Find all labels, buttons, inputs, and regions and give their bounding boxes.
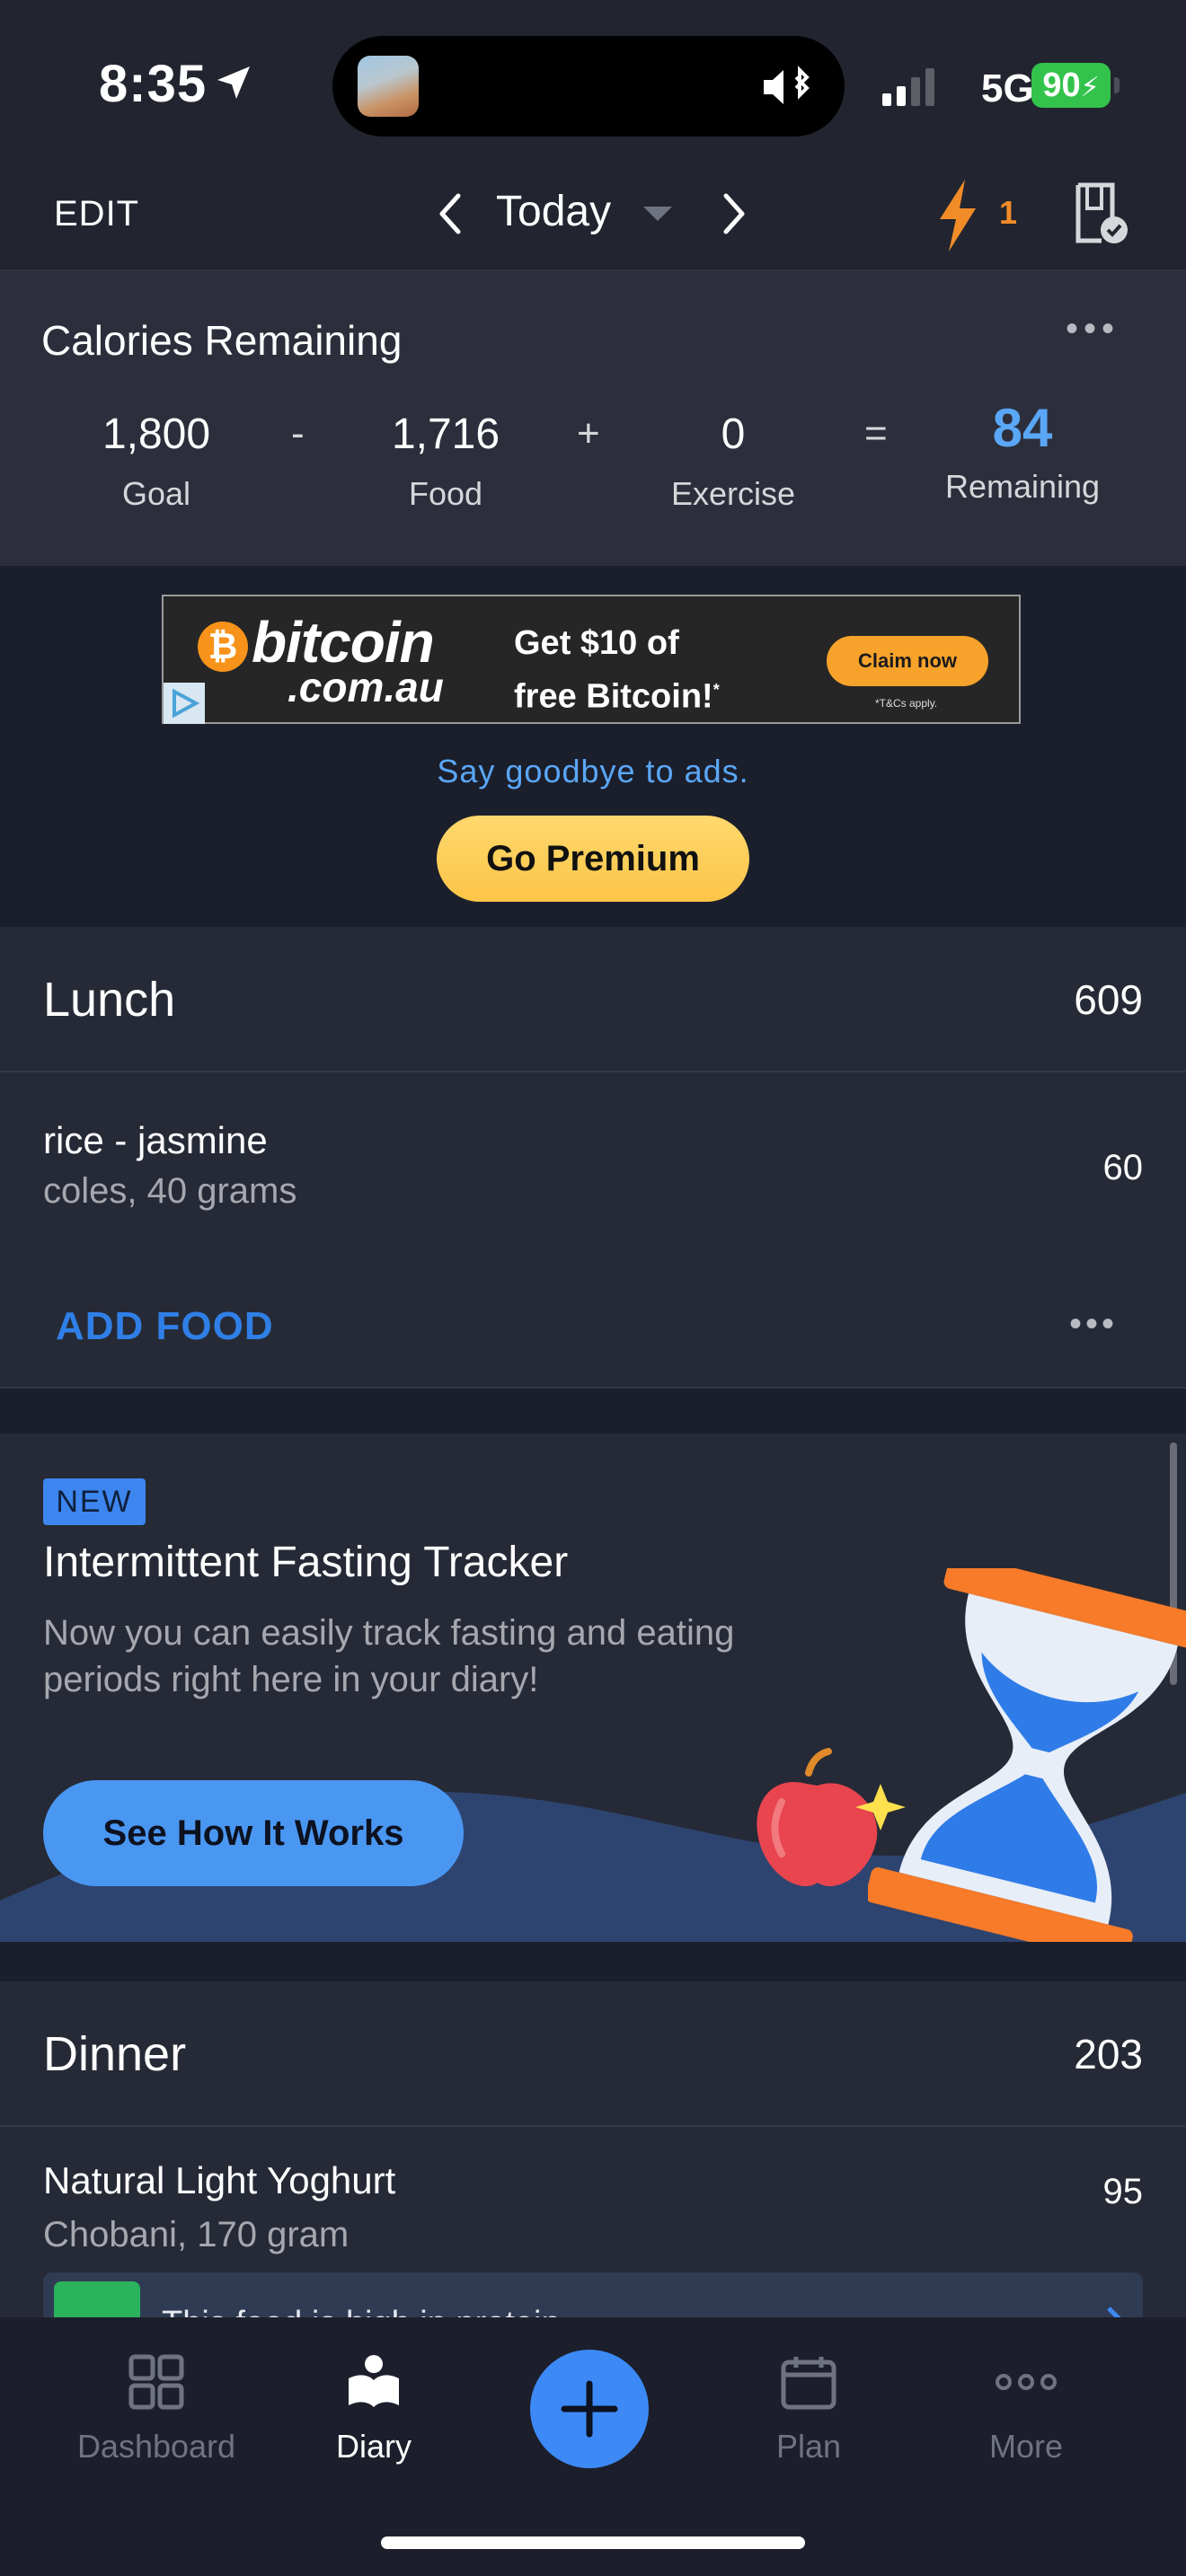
charging-icon: ⚡ — [1080, 73, 1100, 102]
promo-title: Intermittent Fasting Tracker — [43, 1539, 569, 1586]
caret-down-icon[interactable] — [640, 203, 676, 225]
dinner-title: Dinner — [43, 2027, 187, 2081]
calendar-icon — [781, 2357, 836, 2410]
cellular-signal-icon — [882, 68, 934, 106]
ad-headline: Get $10 of free Bitcoin!* — [514, 620, 720, 720]
exercise-column: 0 Exercise — [634, 410, 832, 513]
battery-indicator: 90⚡ — [1031, 63, 1111, 108]
bitcoin-logo-icon: ₿ — [198, 622, 248, 672]
diary-complete-icon[interactable] — [1071, 181, 1130, 246]
ad-section: ₿ bitcoin .com.au Get $10 of free Bitcoi… — [0, 566, 1186, 927]
tab-more[interactable]: More — [918, 2353, 1134, 2466]
ad-choices-icon[interactable] — [164, 683, 205, 724]
tab-plan-label: Plan — [775, 2428, 842, 2465]
tab-diary-label: Diary — [335, 2428, 412, 2465]
food-entry-calories: 95 — [1102, 2172, 1144, 2211]
food-entry-name: Natural Light Yoghurt — [43, 2159, 396, 2201]
goal-label: Goal — [121, 475, 191, 512]
chevron-right-icon[interactable] — [715, 189, 755, 239]
minus-operator: - — [291, 411, 305, 455]
add-food-button[interactable]: ADD FOOD — [56, 1304, 274, 1349]
diary-book-icon — [349, 2355, 399, 2407]
dinner-header[interactable]: Dinner 203 — [0, 1981, 1186, 2127]
food-entry-name: rice - jasmine — [43, 1119, 268, 1161]
food-entry-row[interactable]: rice - jasmine coles, 40 grams 60 — [0, 1072, 1186, 1225]
calories-title: Calories Remaining — [41, 317, 403, 364]
tab-diary[interactable]: Diary — [266, 2353, 482, 2466]
food-label: Food — [408, 475, 483, 512]
ad-headline-line2-text: free Bitcoin! — [514, 677, 713, 716]
divider — [0, 1387, 1186, 1389]
tab-dashboard-label: Dashboard — [76, 2428, 236, 2465]
food-value: 1,716 — [391, 410, 500, 458]
ad-claim-button[interactable]: Claim now — [827, 636, 988, 686]
food-column: 1,716 Food — [347, 410, 544, 513]
remove-ads-link[interactable]: Say goodbye to ads. — [0, 753, 1186, 790]
fasting-tracker-promo: NEW Intermittent Fasting Tracker Now you… — [0, 1434, 1186, 1942]
ad-banner[interactable]: ₿ bitcoin .com.au Get $10 of free Bitcoi… — [162, 595, 1021, 724]
tab-more-label: More — [988, 2428, 1064, 2465]
ad-terms: *T&Cs apply. — [875, 697, 938, 710]
diary-header: EDIT Today 1 — [0, 162, 1186, 271]
status-time: 8:35 — [99, 55, 208, 113]
location-arrow-icon — [217, 66, 250, 99]
plus-operator: + — [577, 411, 600, 455]
ad-domain: .com.au — [288, 664, 444, 710]
lunch-calories: 609 — [1074, 976, 1143, 1023]
food-entry-detail: coles, 40 grams — [43, 1171, 297, 1211]
tab-bar: Dashboard Diary Plan More — [0, 2317, 1186, 2576]
see-how-it-works-button[interactable]: See How It Works — [43, 1780, 464, 1886]
dynamic-island — [332, 36, 845, 137]
ad-headline-line1: Get $10 of — [514, 624, 679, 662]
new-badge: NEW — [43, 1478, 146, 1525]
ad-headline-line2: free Bitcoin!* — [514, 666, 720, 720]
exercise-label: Exercise — [670, 475, 796, 512]
date-selector[interactable]: Today — [496, 187, 611, 236]
now-playing-artwork — [358, 56, 419, 117]
battery-cap — [1114, 77, 1120, 93]
lightning-streak-icon[interactable] — [934, 178, 981, 253]
goal-value: 1,800 — [102, 410, 211, 458]
home-indicator[interactable] — [381, 2536, 805, 2549]
lunch-header[interactable]: Lunch 609 — [0, 927, 1186, 1072]
exercise-value: 0 — [721, 410, 746, 458]
more-icon — [996, 2374, 1057, 2390]
ad-headline-mark: * — [712, 681, 720, 699]
promo-description: Now you can easily track fasting and eat… — [43, 1613, 735, 1699]
lunch-more-icon[interactable]: ••• — [1069, 1304, 1118, 1345]
dinner-section: Dinner 203 Natural Light Yoghurt Chobani… — [0, 1981, 1186, 2344]
battery-level: 90 — [1042, 66, 1081, 104]
tab-plan[interactable]: Plan — [701, 2353, 916, 2466]
hourglass-icon — [868, 1568, 1186, 1942]
more-options-icon[interactable]: ••• — [1066, 309, 1120, 349]
plus-icon — [561, 2380, 618, 2438]
dinner-calories: 203 — [1074, 2031, 1143, 2078]
food-entry-detail: Chobani, 170 gram — [43, 2215, 350, 2254]
food-entry-row[interactable]: Natural Light Yoghurt Chobani, 170 gram … — [0, 2127, 1186, 2271]
calories-remaining-card: Calories Remaining ••• 1,800 Goal - 1,71… — [0, 271, 1186, 566]
add-button[interactable] — [530, 2350, 649, 2468]
edit-button[interactable]: EDIT — [54, 194, 139, 234]
dashboard-icon — [128, 2354, 184, 2410]
network-type: 5G — [981, 66, 1034, 110]
lunch-title: Lunch — [43, 973, 176, 1027]
lunch-section: Lunch 609 rice - jasmine coles, 40 grams… — [0, 927, 1186, 1389]
tab-dashboard[interactable]: Dashboard — [49, 2353, 264, 2466]
remaining-value: 84 — [992, 398, 1053, 458]
go-premium-button[interactable]: Go Premium — [437, 816, 749, 902]
status-bar: 8:35 5G 90⚡ — [0, 0, 1186, 162]
remaining-column: 84 Remaining — [924, 397, 1121, 506]
food-entry-calories: 60 — [1102, 1148, 1144, 1187]
equals-operator: = — [864, 411, 888, 455]
mute-bluetooth-icon — [764, 66, 810, 104]
goal-column: 1,800 Goal — [58, 410, 255, 513]
remaining-label: Remaining — [944, 468, 1101, 505]
streak-count: 1 — [999, 194, 1018, 231]
chevron-left-icon[interactable] — [429, 189, 469, 239]
